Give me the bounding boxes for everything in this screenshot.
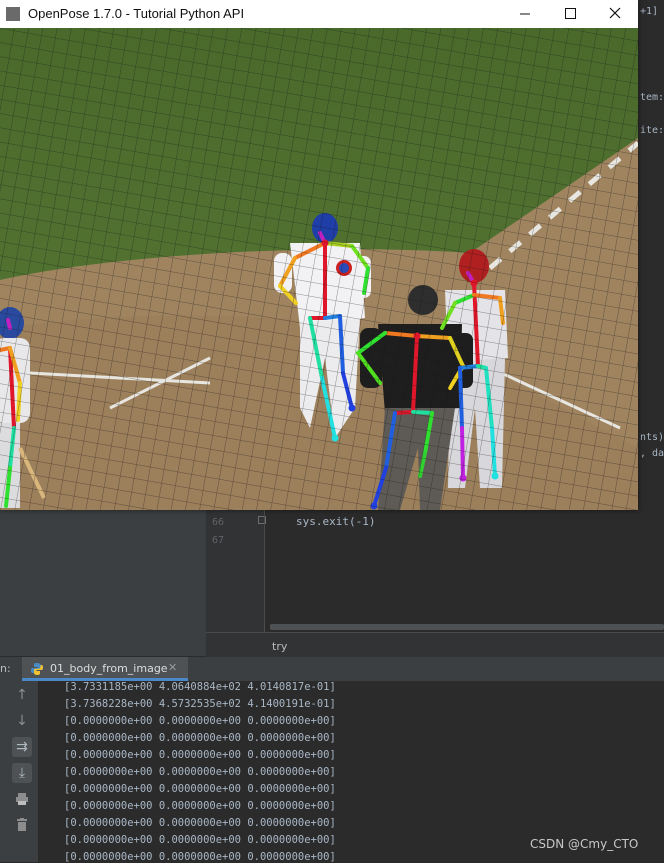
window-title: OpenPose 1.7.0 - Tutorial Python API [28,6,245,21]
console-line: [0.0000000e+00 0.0000000e+00 0.0000000e+… [64,817,336,829]
close-icon[interactable]: ✕ [168,661,177,674]
code-line[interactable]: sys.exit(-1) [296,515,375,528]
arrow-up-icon[interactable]: ↑ [12,685,32,705]
run-tab-label: 01_body_from_image [50,662,168,675]
console-line: [3.7331185e+00 4.0640884e+02 4.0140817e-… [64,681,336,693]
console-line: [0.0000000e+00 0.0000000e+00 0.0000000e+… [64,851,336,863]
code-fragment: , da [640,448,664,459]
run-label: n: [0,662,11,675]
code-fragment: tem: [640,92,664,103]
console-line: [0.0000000e+00 0.0000000e+00 0.0000000e+… [64,834,336,846]
line-number: 66 [212,517,225,528]
console-line: [0.0000000e+00 0.0000000e+00 0.0000000e+… [64,715,336,727]
pose-render-canvas[interactable] [0,28,638,510]
editor-gutter [206,510,264,632]
console-line: [0.0000000e+00 0.0000000e+00 0.0000000e+… [64,749,336,761]
minimize-icon[interactable] [502,0,548,28]
console-line: [3.7368228e+00 4.5732535e+02 4.1400191e-… [64,698,336,710]
watermark: CSDN @Cmy_CTO [530,837,639,851]
scroll-to-end-icon[interactable]: ⤓ [12,763,32,783]
soft-wrap-icon[interactable]: ⇉ [12,737,32,757]
arrow-down-icon[interactable]: ↓ [12,711,32,731]
trash-icon[interactable] [12,815,32,835]
line-number: 67 [212,535,225,546]
horizontal-scrollbar[interactable] [270,624,664,630]
console-line: [0.0000000e+00 0.0000000e+00 0.0000000e+… [64,766,336,778]
run-tab[interactable]: 01_body_from_image ✕ [22,657,188,681]
gutter-divider [264,510,265,632]
title-bar[interactable]: OpenPose 1.7.0 - Tutorial Python API [0,0,638,28]
code-fragment: +1] [640,6,659,17]
close-icon[interactable] [592,0,638,28]
code-fragment: ite: [640,125,664,136]
python-icon [31,663,43,675]
baseball-scene-image [0,28,638,510]
project-panel [0,510,206,656]
console-line: [0.0000000e+00 0.0000000e+00 0.0000000e+… [64,783,336,795]
openpose-window: OpenPose 1.7.0 - Tutorial Python API [0,0,638,510]
maximize-icon[interactable] [548,0,594,28]
run-toolbar: ↑ ↓ ⇉ ⤓ [0,681,39,862]
console-output[interactable]: [3.7331185e+00 4.0640884e+02 4.0140817e-… [38,681,664,863]
code-fragment: nts) [640,432,664,443]
console-line: [0.0000000e+00 0.0000000e+00 0.0000000e+… [64,800,336,812]
app-icon [6,7,20,21]
breadcrumb[interactable]: try [272,640,287,653]
console-line: [0.0000000e+00 0.0000000e+00 0.0000000e+… [64,732,336,744]
print-icon[interactable] [12,789,32,809]
